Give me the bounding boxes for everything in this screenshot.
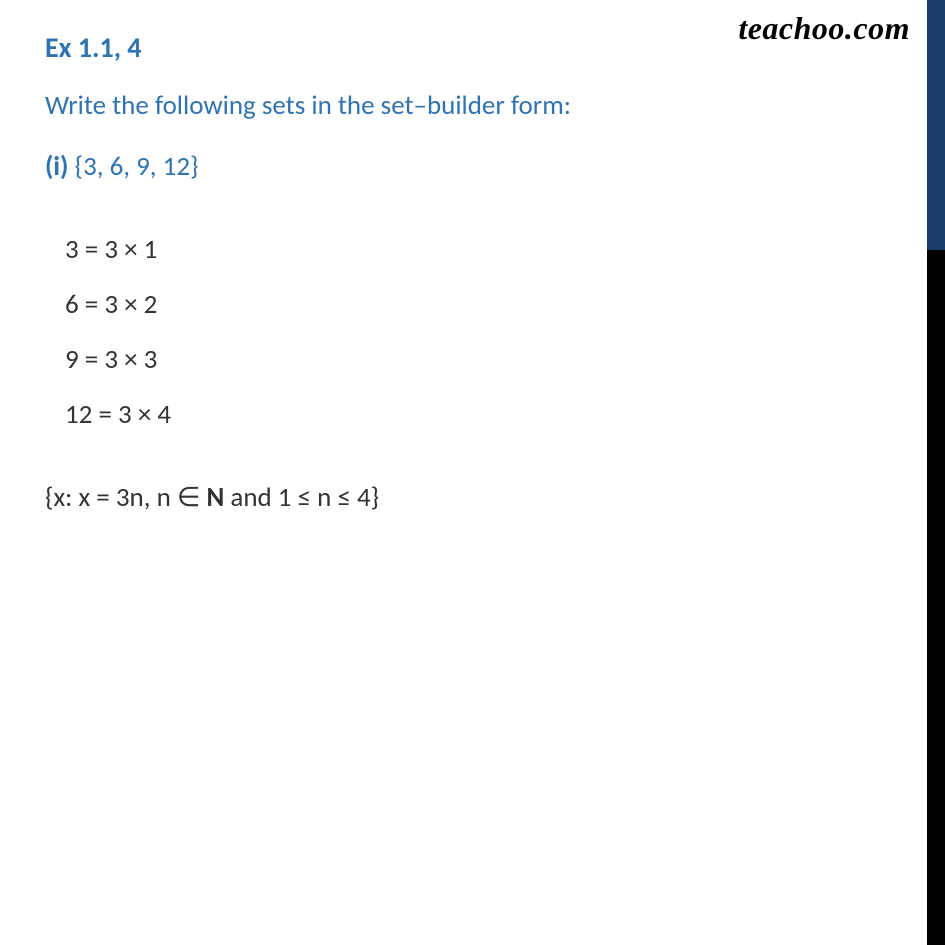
working-line: 3 = 3 × 1: [65, 233, 900, 266]
answer-bold: N: [207, 481, 225, 514]
watermark: teachoo.com: [738, 10, 910, 47]
sub-part-line: (i) {3, 6, 9, 12}: [45, 150, 900, 183]
answer-suffix: and 1 ≤ n ≤ 4}: [224, 481, 379, 514]
working-line: 6 = 3 × 2: [65, 288, 900, 321]
answer-line: {x: x = 3n, n ∈ N and 1 ≤ n ≤ 4}: [45, 481, 900, 514]
working-section: 3 = 3 × 1 6 = 3 × 2 9 = 3 × 3 12 = 3 × 4: [45, 233, 900, 431]
side-accent-black: [927, 250, 945, 945]
answer-prefix: {x: x = 3n, n ∈: [45, 481, 207, 514]
question-text: Write the following sets in the set–buil…: [45, 89, 900, 122]
sub-part-content: {3, 6, 9, 12}: [75, 150, 199, 183]
sub-part-label: (i): [45, 150, 68, 183]
document-content: Ex 1.1, 4 Write the following sets in th…: [0, 0, 945, 544]
working-line: 9 = 3 × 3: [65, 343, 900, 376]
side-accent-blue: [927, 0, 945, 250]
working-line: 12 = 3 × 4: [65, 398, 900, 431]
